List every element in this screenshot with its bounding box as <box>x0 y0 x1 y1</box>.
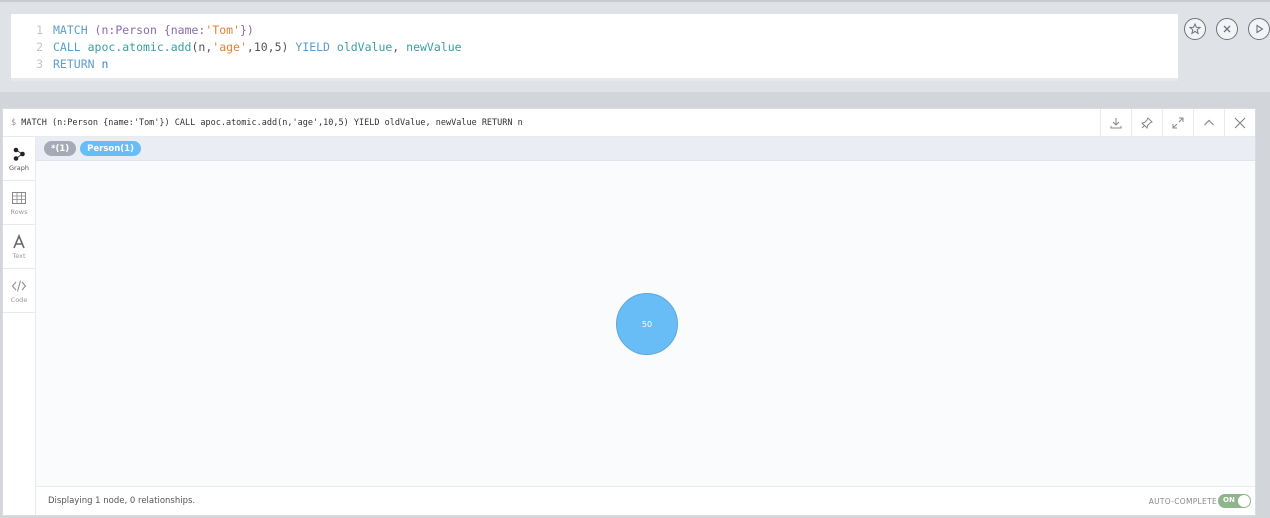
toggle-label: ON <box>1223 496 1235 504</box>
code-token: 'Tom' <box>205 23 240 37</box>
code-token: ( <box>94 23 102 37</box>
query-editor[interactable]: 1 MATCH (n:Person {name: 'Tom'}) 2 CALL apoc… <box>11 14 1178 81</box>
code-token: n <box>101 57 109 71</box>
view-tab-code[interactable]: Code <box>3 269 35 313</box>
code-token: :Person <box>108 23 164 37</box>
text-icon <box>13 233 25 248</box>
code-token: {name: <box>163 23 206 37</box>
line-number: 1 <box>36 23 43 37</box>
view-sidebar: Graph Rows Text Code <box>3 137 36 515</box>
code-token: newValue <box>406 40 462 54</box>
chevron-up-icon <box>1204 119 1214 126</box>
label-pill-all[interactable]: *(1) <box>44 141 77 156</box>
frame-query-text: MATCH (n:Person {name:'Tom'}) CALL apoc.… <box>21 118 523 128</box>
code-token: oldValue <box>336 40 393 54</box>
editor-actions <box>1184 18 1270 40</box>
code-line[interactable]: 3 RETURN n <box>11 56 1178 73</box>
line-number: 3 <box>36 57 43 71</box>
frame-query-title[interactable]: $ MATCH (n:Person {name:'Tom'}) CALL apo… <box>11 118 523 128</box>
code-token: n <box>101 23 109 37</box>
code-token: MATCH <box>53 23 95 37</box>
view-tab-graph[interactable]: Graph <box>3 137 35 181</box>
download-button[interactable] <box>1100 109 1131 137</box>
label-legend-bar: *(1) Person(1) <box>36 137 1255 161</box>
view-tab-label: Rows <box>10 207 28 216</box>
pin-icon <box>1140 117 1153 130</box>
code-token: , <box>392 40 407 54</box>
code-token: ,10,5) <box>246 40 296 54</box>
code-icon <box>11 279 27 292</box>
star-icon <box>1189 23 1201 35</box>
code-token: apoc.atomic.add <box>87 40 192 54</box>
code-token: }) <box>239 23 254 37</box>
code-line[interactable]: 2 CALL apoc.atomic.add (n,'age' ,10,5) YIEL… <box>11 39 1178 56</box>
pin-button[interactable] <box>1131 109 1162 137</box>
code-token: YIELD <box>295 40 337 54</box>
download-icon <box>1110 118 1122 129</box>
frame-tools <box>1100 109 1255 137</box>
label-pill-person[interactable]: Person(1) <box>80 141 141 156</box>
line-number: 2 <box>36 40 43 54</box>
frame-footer: Displaying 1 node, 0 relationships. AUTO… <box>36 486 1255 515</box>
toggle-knob <box>1238 495 1250 507</box>
close-circle-icon <box>1223 25 1231 33</box>
status-text: Displaying 1 node, 0 relationships. <box>48 496 196 506</box>
run-query-button[interactable] <box>1248 18 1270 40</box>
view-tab-label: Graph <box>9 163 29 172</box>
table-icon <box>12 191 26 204</box>
code-token: (n, <box>191 40 213 54</box>
view-tab-text[interactable]: Text <box>3 225 35 269</box>
code-token: RETURN <box>53 57 102 71</box>
prompt-symbol: $ <box>11 118 17 128</box>
code-token: CALL <box>53 40 88 54</box>
favorite-star-button[interactable] <box>1184 18 1206 40</box>
collapse-button[interactable] <box>1193 109 1224 137</box>
view-tab-label: Text <box>12 251 26 260</box>
close-frame-button[interactable] <box>1224 109 1255 137</box>
code-line[interactable]: 1 MATCH (n:Person {name: 'Tom'}) <box>11 22 1178 39</box>
code-token: 'age' <box>212 40 247 54</box>
view-tab-rows[interactable]: Rows <box>3 181 35 225</box>
expand-icon <box>1172 117 1184 129</box>
frame-header: $ MATCH (n:Person {name:'Tom'}) CALL apo… <box>3 109 1255 137</box>
autocomplete-toggle[interactable]: ON <box>1218 494 1251 508</box>
view-tab-label: Code <box>10 295 28 304</box>
graph-node-person[interactable]: 50 <box>616 293 678 355</box>
play-icon <box>1256 24 1264 34</box>
fullscreen-button[interactable] <box>1162 109 1193 137</box>
editor-band: 1 MATCH (n:Person {name: 'Tom'}) 2 CALL apoc… <box>0 0 1270 92</box>
graph-icon <box>13 147 25 161</box>
graph-canvas[interactable]: 50 <box>36 161 1255 486</box>
autocomplete-label: AUTO-COMPLETE <box>1148 497 1217 506</box>
clear-editor-button[interactable] <box>1216 18 1238 40</box>
close-icon <box>1234 117 1246 129</box>
result-frame: $ MATCH (n:Person {name:'Tom'}) CALL apo… <box>2 108 1256 516</box>
